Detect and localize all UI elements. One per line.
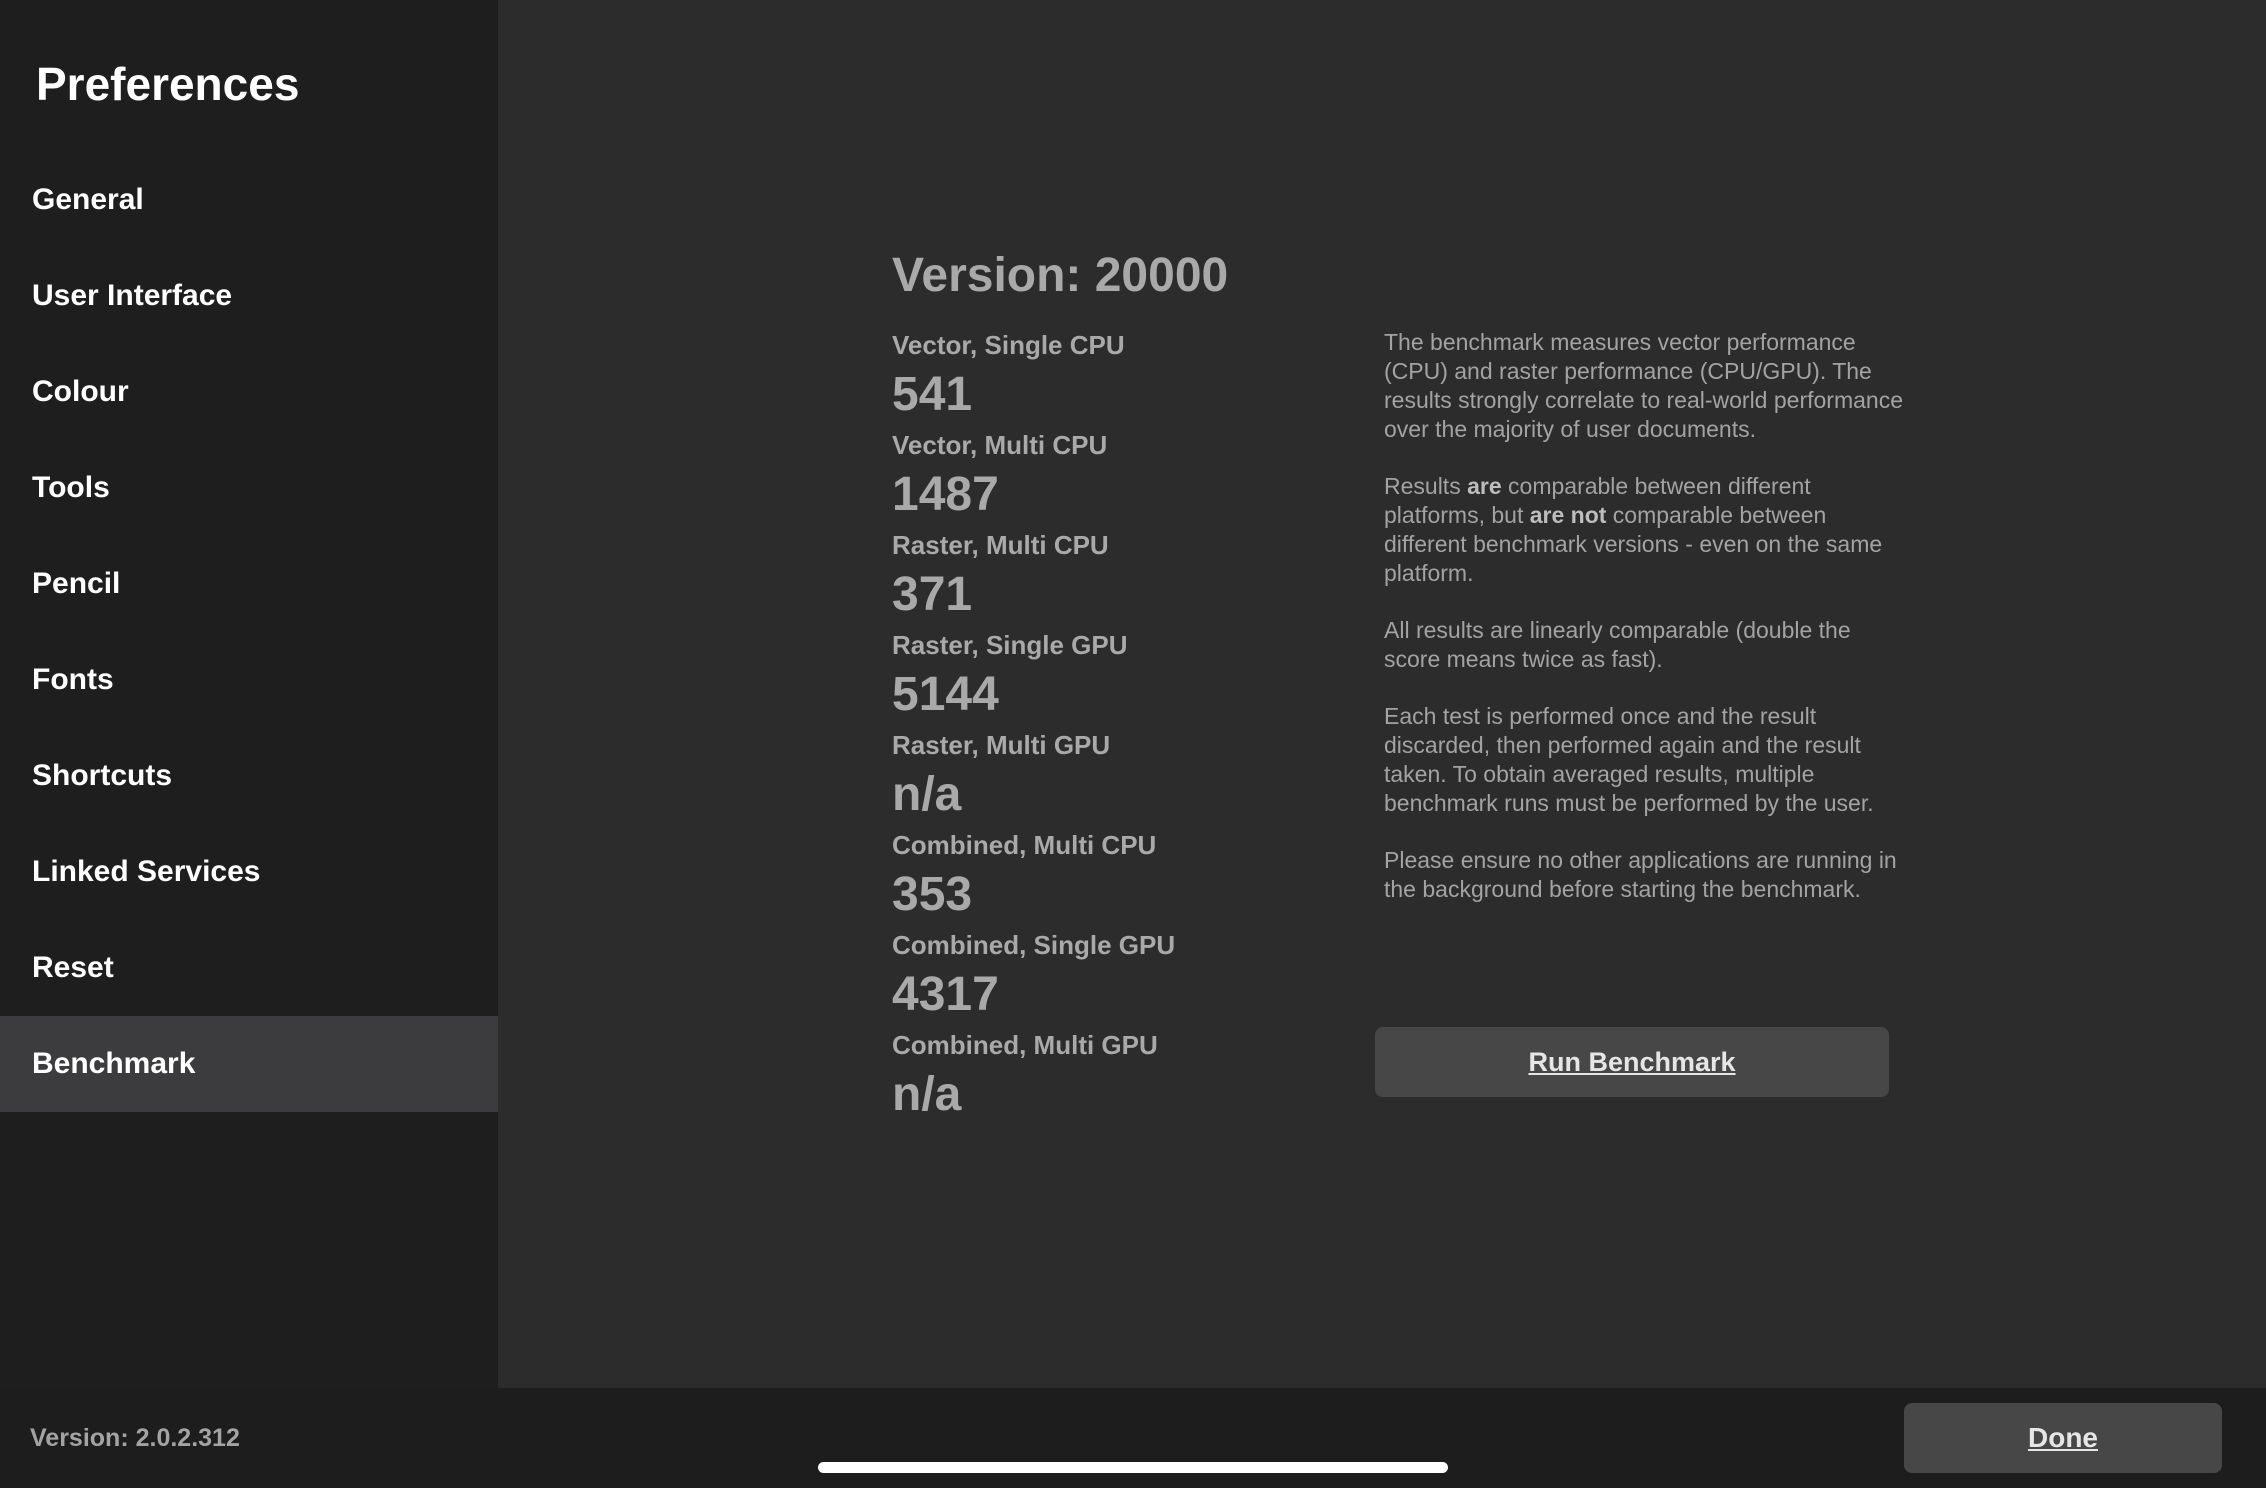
home-indicator[interactable] (818, 1462, 1448, 1473)
result-label-combined-single-gpu: Combined, Single GPU (892, 930, 1176, 960)
result-label-combined-multi-gpu: Combined, Multi GPU (892, 1030, 1158, 1060)
done-button[interactable]: Done (1904, 1403, 2222, 1473)
description-paragraph-5: Please ensure no other applications are … (1384, 847, 1897, 902)
result-value-combined-multi-gpu: n/a (892, 1068, 962, 1121)
run-benchmark-button[interactable]: Run Benchmark (1375, 1027, 1889, 1097)
result-label-raster-multi-gpu: Raster, Multi GPU (892, 730, 1111, 760)
result-label-combined-multi-cpu: Combined, Multi CPU (892, 830, 1157, 860)
benchmark-results: Vector, Single CPU 541 Vector, Multi CPU… (892, 326, 1332, 1126)
benchmark-version-heading: Version: 20000 (892, 249, 1229, 302)
sidebar-item-reset[interactable]: Reset (0, 920, 498, 1016)
sidebar-item-fonts[interactable]: Fonts (0, 632, 498, 728)
description-paragraph-2: Results are comparable between different… (1384, 472, 1904, 588)
sidebar: Preferences General User Interface Colou… (0, 0, 498, 1388)
sidebar-nav: General User Interface Colour Tools Penc… (0, 152, 498, 1112)
benchmark-description: The benchmark measures vector performanc… (1384, 328, 1904, 932)
result-value-raster-single-gpu: 5144 (892, 668, 999, 721)
footer-bar: Version: 2.0.2.312 Done (0, 1388, 2266, 1488)
description-emphasis: are not (1529, 502, 1607, 528)
result-value-raster-multi-cpu: 371 (892, 568, 973, 621)
result-label-raster-single-gpu: Raster, Single GPU (892, 630, 1128, 660)
result-value-vector-single-cpu: 541 (892, 368, 973, 421)
result-value-combined-multi-cpu: 353 (892, 868, 973, 921)
description-emphasis: are (1467, 473, 1502, 499)
sidebar-item-user-interface[interactable]: User Interface (0, 248, 498, 344)
sidebar-item-pencil[interactable]: Pencil (0, 536, 498, 632)
sidebar-item-colour[interactable]: Colour (0, 344, 498, 440)
sidebar-item-shortcuts[interactable]: Shortcuts (0, 728, 498, 824)
result-label-raster-multi-cpu: Raster, Multi CPU (892, 530, 1109, 560)
description-text: Results (1384, 473, 1468, 499)
sidebar-item-linked-services[interactable]: Linked Services (0, 824, 498, 920)
description-paragraph-4: Each test is performed once and the resu… (1384, 703, 1874, 816)
result-value-vector-multi-cpu: 1487 (892, 468, 999, 521)
app-version-label: Version: 2.0.2.312 (30, 1424, 240, 1452)
result-value-raster-multi-gpu: n/a (892, 768, 962, 821)
preferences-window: Preferences General User Interface Colou… (0, 0, 2266, 1488)
result-value-combined-single-gpu: 4317 (892, 968, 999, 1021)
description-paragraph-3: All results are linearly comparable (dou… (1384, 617, 1851, 672)
result-label-vector-single-cpu: Vector, Single CPU (892, 330, 1125, 360)
description-paragraph-1: The benchmark measures vector performanc… (1384, 329, 1903, 442)
result-label-vector-multi-cpu: Vector, Multi CPU (892, 430, 1108, 460)
sidebar-item-general[interactable]: General (0, 152, 498, 248)
sidebar-item-benchmark[interactable]: Benchmark (0, 1016, 498, 1112)
sidebar-item-tools[interactable]: Tools (0, 440, 498, 536)
sidebar-title: Preferences (36, 58, 300, 110)
benchmark-panel: Version: 20000 Vector, Single CPU 541 Ve… (498, 0, 2266, 1388)
